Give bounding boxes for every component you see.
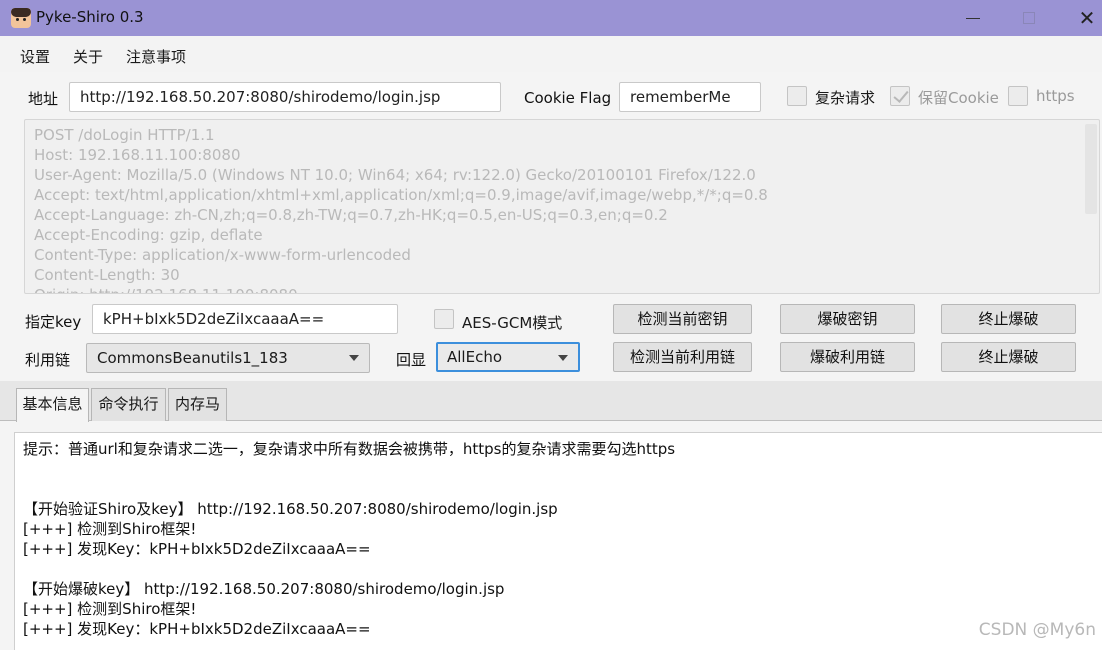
https-checkbox[interactable]	[1008, 86, 1028, 106]
complex-request-label: 复杂请求	[815, 89, 876, 107]
menu-about[interactable]: 关于	[73, 46, 103, 67]
key-label: 指定key	[25, 313, 82, 331]
tab-memory-shell[interactable]: 内存马	[168, 388, 227, 421]
app-logo-icon	[11, 8, 31, 28]
request-line: Origin: http://192.168.11.100:8080	[34, 285, 768, 293]
echo-label: 回显	[396, 351, 427, 369]
cookie-flag-input[interactable]: rememberMe	[619, 82, 761, 112]
log-line: 【开始爆破key】 http://192.168.50.207:8080/shi…	[23, 580, 505, 598]
window-title: Pyke-Shiro 0.3	[36, 8, 144, 26]
request-line: Content-Length: 30	[34, 266, 180, 284]
raw-request-textarea[interactable]: POST /doLogin HTTP/1.1 Host: 192.168.11.…	[24, 119, 1100, 294]
detect-key-button[interactable]: 检测当前密钥	[613, 304, 752, 334]
log-output[interactable]: 提示：普通url和复杂请求二选一，复杂请求中所有数据会被携带，https的复杂请…	[14, 432, 1102, 650]
key-input[interactable]: kPH+bIxk5D2deZiIxcaaaA==	[92, 304, 398, 334]
log-line: [+++] 发现Key：kPH+bIxk5D2deZiIxcaaaA==	[23, 540, 371, 558]
gadget-chain-value: CommonsBeanutils1_183	[97, 349, 288, 367]
menu-settings[interactable]: 设置	[20, 46, 50, 67]
aes-gcm-checkbox[interactable]	[434, 309, 454, 329]
log-line: [+++] 检测到Shiro框架!	[23, 520, 197, 538]
request-line: Host: 192.168.11.100:8080	[34, 146, 241, 164]
chain-label: 利用链	[25, 351, 71, 369]
request-line: Accept-Encoding: gzip, deflate	[34, 226, 263, 244]
detect-chain-button[interactable]: 检测当前利用链	[613, 342, 752, 372]
gadget-chain-select[interactable]: CommonsBeanutils1_183	[86, 343, 370, 373]
request-line: Content-Type: application/x-www-form-url…	[34, 246, 411, 264]
keep-cookie-checkbox[interactable]	[890, 86, 910, 106]
log-line: 提示：普通url和复杂请求二选一，复杂请求中所有数据会被携带，https的复杂请…	[23, 440, 676, 458]
echo-value: AllEcho	[447, 348, 503, 366]
title-bar: Pyke-Shiro 0.3 ✕	[0, 0, 1102, 36]
log-line: 【开始验证Shiro及key】 http://192.168.50.207:80…	[23, 500, 558, 518]
echo-select[interactable]: AllEcho	[436, 342, 580, 372]
https-label: https	[1036, 87, 1075, 105]
address-input[interactable]: http://192.168.50.207:8080/shirodemo/log…	[69, 82, 501, 112]
watermark: CSDN @My6n	[978, 620, 1096, 640]
request-lines: POST /doLogin HTTP/1.1 Host: 192.168.11.…	[34, 125, 768, 293]
stop-chain-brute-button[interactable]: 终止爆破	[941, 342, 1076, 372]
menu-notes[interactable]: 注意事项	[126, 46, 186, 67]
menu-bar: 设置 关于 注意事项	[0, 36, 1102, 72]
tab-command-exec[interactable]: 命令执行	[91, 388, 166, 421]
address-label: 地址	[28, 90, 59, 108]
request-line: Accept: text/html,application/xhtml+xml,…	[34, 186, 768, 204]
complex-request-checkbox[interactable]	[787, 86, 807, 106]
aes-gcm-label: AES-GCM模式	[462, 314, 563, 332]
close-icon[interactable]: ✕	[1072, 6, 1102, 30]
keep-cookie-label: 保留Cookie	[918, 89, 999, 107]
tab-basic-info[interactable]: 基本信息	[16, 388, 89, 422]
chevron-down-icon	[558, 355, 568, 361]
request-line: Accept-Language: zh-CN,zh;q=0.8,zh-TW;q=…	[34, 206, 668, 224]
request-line: POST /doLogin HTTP/1.1	[34, 126, 215, 144]
chevron-down-icon	[349, 355, 359, 361]
log-line: [+++] 发现Key：kPH+bIxk5D2deZiIxcaaaA==	[23, 620, 371, 638]
brute-key-button[interactable]: 爆破密钥	[780, 304, 915, 334]
request-scrollbar[interactable]	[1085, 124, 1097, 214]
minimize-icon[interactable]	[958, 6, 988, 30]
log-line: [+++] 检测到Shiro框架!	[23, 600, 197, 618]
stop-key-brute-button[interactable]: 终止爆破	[941, 304, 1076, 334]
maximize-icon[interactable]	[1014, 6, 1044, 30]
brute-chain-button[interactable]: 爆破利用链	[780, 342, 915, 372]
request-line: User-Agent: Mozilla/5.0 (Windows NT 10.0…	[34, 166, 756, 184]
cookie-flag-label: Cookie Flag	[524, 89, 612, 107]
